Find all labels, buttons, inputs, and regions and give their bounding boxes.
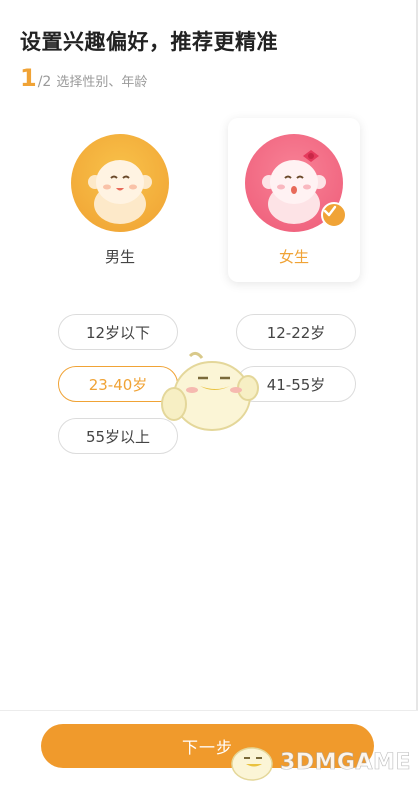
- gender-option-male[interactable]: 男生: [54, 118, 186, 282]
- duck-watermark-icon: [231, 747, 273, 781]
- gender-label-female: 女生: [278, 248, 309, 266]
- page-title: 设置兴趣偏好，推荐更精准: [20, 30, 278, 54]
- check-icon: [321, 202, 347, 228]
- duck-mascot-icon: [161, 351, 259, 431]
- watermark-text: 3DMGAME: [280, 749, 411, 775]
- gender-option-female[interactable]: 女生: [228, 118, 360, 282]
- step-indicator: 1 /2 选择性别、年龄: [20, 64, 147, 92]
- male-avatar: [71, 134, 169, 232]
- monkey-face-icon: [88, 160, 152, 224]
- watermark: 3DMGAME: [226, 742, 411, 782]
- age-option-12-22[interactable]: 12-22岁: [236, 314, 356, 350]
- step-description: 选择性别、年龄: [56, 75, 148, 90]
- age-option-under-12[interactable]: 12岁以下: [58, 314, 178, 350]
- female-avatar: [245, 134, 347, 232]
- step-current: 1: [20, 64, 37, 92]
- step-total: /2: [37, 74, 52, 90]
- gender-label-male: 男生: [104, 248, 135, 266]
